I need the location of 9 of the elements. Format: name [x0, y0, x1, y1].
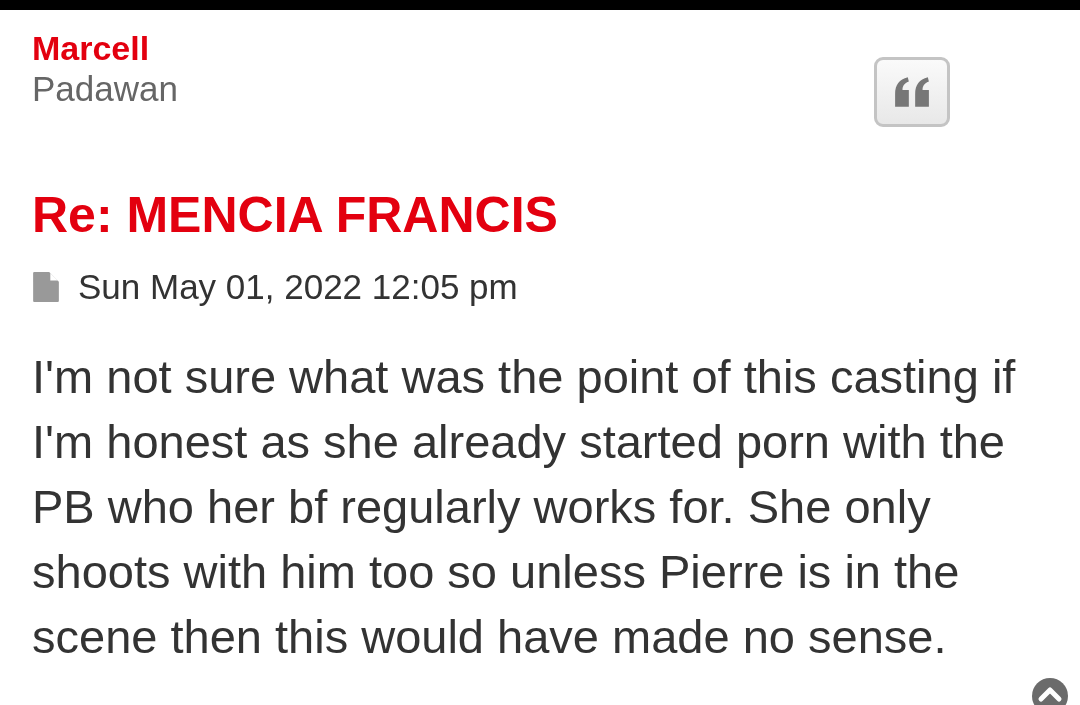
document-icon [33, 272, 59, 302]
post-title: Re: MENCIA FRANCIS [32, 187, 558, 243]
quote-icon [893, 77, 931, 107]
quote-button[interactable] [874, 57, 950, 127]
post-date: Sun May 01, 2022 12:05 pm [78, 266, 518, 308]
author-link[interactable]: Marcell [32, 28, 150, 68]
post-body: I'm not sure what was the point of this casting if I'm honest as she already started porn with the PB who her bf regularly works for. She only shoots with him too so unless Pierre is in the scene then this would have made no sense. [32, 349, 1017, 665]
back-to-top-icon[interactable] [1032, 678, 1068, 705]
author-rank: Padawan [32, 68, 178, 110]
